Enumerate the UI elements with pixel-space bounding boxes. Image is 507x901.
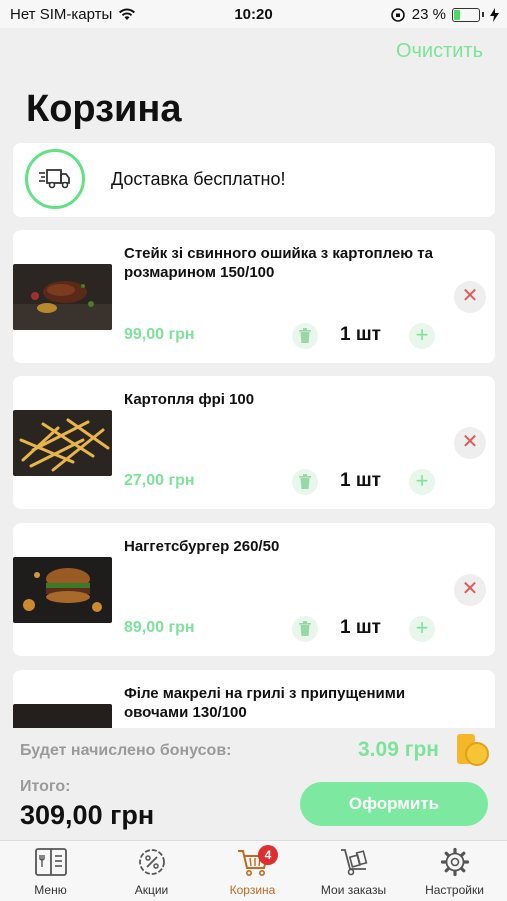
checkout-button[interactable]: Оформить (300, 782, 488, 826)
trash-icon[interactable] (292, 323, 318, 349)
total-value: 309,00 грн (20, 800, 155, 830)
tab-label: Акции (134, 883, 169, 897)
close-icon[interactable]: ✕ (454, 427, 486, 459)
order-summary: Будет начислено бонусов: 3.09 грн Итого:… (0, 728, 507, 840)
tab-settings[interactable]: Настройки (404, 841, 505, 901)
item-name: Картопля фрі 100 (124, 391, 255, 408)
tab-label: Корзина (229, 883, 276, 897)
fries-dish-image (13, 410, 112, 476)
tab-label: Настройки (425, 883, 484, 897)
delivery-card: Доставка бесплатно! (13, 143, 495, 217)
cart-item: Стейк зі свинного ошийка з картоплею та … (13, 230, 495, 363)
item-price: 27,00 грн (124, 472, 195, 489)
plus-icon[interactable]: + (409, 469, 435, 495)
battery-icon (452, 7, 480, 22)
orientation-lock-icon (390, 7, 405, 22)
item-quantity: 1 шт (340, 617, 381, 638)
item-name: Наггетсбургер 260/50 (124, 538, 280, 555)
tab-label: Мои заказы (320, 883, 387, 897)
charging-bolt-icon (490, 7, 499, 22)
delivery-text: Доставка бесплатно! (111, 169, 286, 189)
tab-menu[interactable]: Меню (0, 841, 101, 901)
menu-book-icon (34, 848, 67, 876)
burger-dish-image (13, 557, 112, 623)
cart-item: Наггетсбургер 260/50 89,00 грн 1 шт + ✕ (13, 523, 495, 656)
item-name: Стейк зі свинного ошийка з картоплею та … (124, 245, 433, 281)
status-right: 23 % (390, 6, 499, 23)
item-name: Філе макрелі на грилі з припущеними овоч… (124, 685, 406, 721)
page-title: Корзина (26, 88, 182, 130)
item-price: 99,00 грн (124, 326, 195, 343)
gear-icon (440, 847, 469, 877)
battery-cap (482, 12, 484, 17)
tab-bar: Меню Акции 4 Корзина Мои заказы Настройк… (0, 840, 507, 901)
coins-icon (457, 734, 489, 766)
tab-label: Меню (34, 883, 67, 897)
close-icon[interactable]: ✕ (454, 574, 486, 606)
cart-item: Картопля фрі 100 27,00 грн 1 шт + ✕ (13, 376, 495, 509)
plus-icon[interactable]: + (409, 323, 435, 349)
bonus-label: Будет начислено бонусов: (20, 742, 232, 759)
item-quantity: 1 шт (340, 470, 381, 491)
close-icon[interactable]: ✕ (454, 281, 486, 313)
tab-promotions[interactable]: Акции (101, 841, 202, 901)
battery-percent: 23 % (411, 6, 446, 23)
trash-icon[interactable] (292, 469, 318, 495)
clear-cart-button[interactable]: Очистить (396, 40, 483, 63)
tab-my-orders[interactable]: Мои заказы (303, 841, 404, 901)
item-price: 89,00 грн (124, 619, 195, 636)
percent-badge-icon (138, 849, 165, 875)
trash-icon[interactable] (292, 616, 318, 642)
status-bar: Нет SIM-карты 10:20 23 % (0, 0, 507, 28)
tab-cart[interactable]: 4 Корзина (202, 841, 303, 901)
delivery-truck-icon (25, 149, 85, 209)
hand-truck-icon (340, 849, 367, 876)
cart-count-badge: 4 (258, 845, 278, 865)
steak-dish-image (13, 264, 112, 330)
total-label: Итого: (20, 778, 71, 795)
bonus-value: 3.09 грн (358, 738, 439, 761)
item-quantity: 1 шт (340, 324, 381, 345)
plus-icon[interactable]: + (409, 616, 435, 642)
